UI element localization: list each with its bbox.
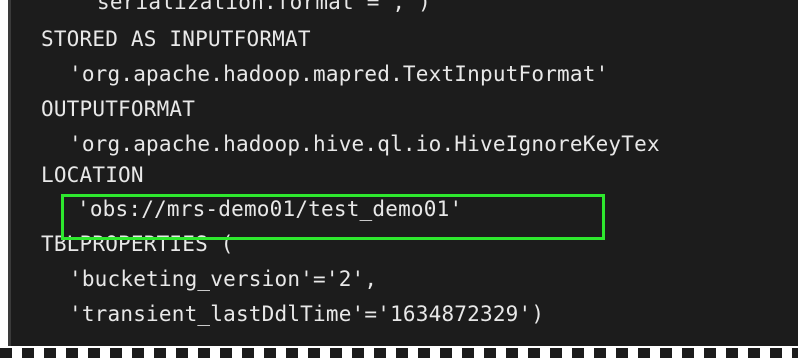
- code-line-serialization-format: serialization.format = , ): [97, 0, 431, 14]
- terminal-screenshot: serialization.format = , ) STORED AS INP…: [0, 0, 798, 358]
- code-pane: serialization.format = , ) STORED AS INP…: [8, 0, 798, 346]
- code-line-output-format-class: 'org.apache.hadoop.hive.ql.io.HiveIgnore…: [69, 132, 660, 156]
- code-line-location: LOCATION: [41, 163, 144, 187]
- bottom-dashed-border: [0, 348, 798, 358]
- code-line-bucketing-version: 'bucketing_version'='2',: [69, 267, 378, 291]
- code-line-transient-lastddltime: 'transient_lastDdlTime'='1634872329'): [69, 302, 545, 326]
- code-line-input-format-class: 'org.apache.hadoop.mapred.TextInputForma…: [69, 62, 609, 86]
- location-highlight-box: [61, 194, 605, 240]
- code-line-outputformat: OUTPUTFORMAT: [41, 97, 196, 121]
- code-line-stored-as-inputformat: STORED AS INPUTFORMAT: [41, 27, 311, 51]
